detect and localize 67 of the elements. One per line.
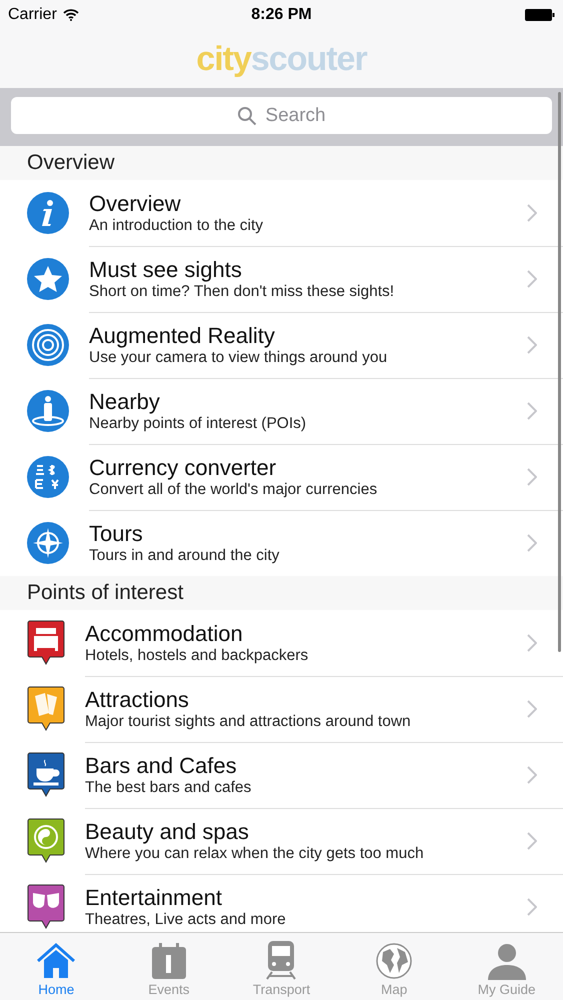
row-subtitle: Major tourist sights and attractions around town: [85, 712, 412, 730]
menu-row[interactable]: Must see sights Short on time? Then don't miss these sights!: [0, 246, 563, 312]
row-subtitle: Short on time? Then don't miss these sights!: [89, 282, 396, 300]
row-title: Tours: [89, 521, 144, 547]
section-header: Points of interest: [0, 576, 563, 610]
tab-item[interactable]: Home: [0, 933, 113, 1000]
clock-time: 8:26 PM: [251, 6, 312, 24]
row-title: Bars and Cafes: [85, 752, 238, 778]
chevron-icon: [527, 270, 537, 288]
target-icon: [27, 324, 69, 366]
row-subtitle: Where you can relax when the city gets too much: [85, 844, 425, 862]
row-title: Must see sights: [89, 256, 243, 282]
menu-row[interactable]: Overview An introduction to the city: [0, 180, 563, 246]
row-title: Currency converter: [89, 454, 278, 480]
section-header: Overview: [0, 146, 563, 180]
chevron-icon: [527, 898, 537, 916]
wifi-icon: [62, 9, 79, 21]
menu-row[interactable]: Beauty and spas Where you can relax when the city gets too much: [0, 808, 563, 874]
menu-row[interactable]: Entertainment Theatres, Live acts and more: [0, 874, 563, 932]
chevron-icon: [527, 336, 537, 354]
menu-row[interactable]: Accommodation Hotels, hostels and backpackers: [0, 610, 563, 676]
yin-yang-icon: [27, 818, 65, 864]
row-subtitle: Tours in and around the city: [89, 547, 280, 565]
row-subtitle: Convert all of the world's major currencies: [89, 480, 378, 498]
chevron-icon: [527, 468, 537, 486]
info-icon: [27, 192, 69, 234]
globe-icon: [375, 942, 414, 980]
person-icon: [27, 390, 69, 432]
row-title: Accommodation: [85, 620, 244, 646]
compass-icon: [27, 522, 69, 564]
row-subtitle: Nearby points of interest (POIs): [89, 414, 308, 432]
chevron-icon: [527, 204, 537, 222]
search-icon: [237, 106, 258, 126]
row-subtitle: Hotels, hostels and backpackers: [85, 646, 310, 664]
chevron-icon: [527, 534, 537, 552]
coffee-cup-icon: [27, 752, 65, 798]
calendar-icon: [150, 942, 187, 980]
row-subtitle: Use your camera to view things around you: [89, 348, 388, 366]
row-title: Overview: [89, 190, 182, 216]
menu-row[interactable]: Currency converter Convert all of the world's major currencies: [0, 444, 563, 510]
row-title: Augmented Reality: [89, 322, 276, 348]
row-title: Entertainment: [85, 885, 223, 911]
menu-row[interactable]: Tours Tours in and around the city: [0, 510, 563, 576]
train-icon: [265, 940, 298, 980]
battery-icon: [525, 9, 555, 21]
user-silhouette-icon: [486, 942, 528, 980]
chevron-icon: [527, 832, 537, 850]
bed-icon: [27, 620, 65, 666]
home-icon: [36, 942, 76, 980]
chevron-icon: [527, 402, 537, 420]
chevron-icon: [527, 766, 537, 784]
menu-row[interactable]: Augmented Reality Use your camera to view things around you: [0, 312, 563, 378]
currency-icon: [27, 456, 69, 498]
chevron-icon: [527, 634, 537, 652]
row-subtitle: Theatres, Live acts and more: [85, 911, 287, 929]
row-title: Nearby: [89, 388, 161, 414]
row-title: Attractions: [85, 686, 190, 712]
menu-row[interactable]: Bars and Cafes The best bars and cafes: [0, 742, 563, 808]
row-subtitle: An introduction to the city: [89, 216, 264, 234]
chevron-icon: [527, 700, 537, 718]
row-subtitle: The best bars and cafes: [85, 778, 252, 796]
tickets-icon: [27, 686, 65, 732]
menu-row[interactable]: Nearby Nearby points of interest (POIs): [0, 378, 563, 444]
theatre-masks-icon: [27, 884, 65, 930]
row-title: Beauty and spas: [85, 818, 250, 844]
menu-row[interactable]: Attractions Major tourist sights and attractions around town: [0, 676, 563, 742]
carrier-label: Carrier: [8, 6, 57, 24]
